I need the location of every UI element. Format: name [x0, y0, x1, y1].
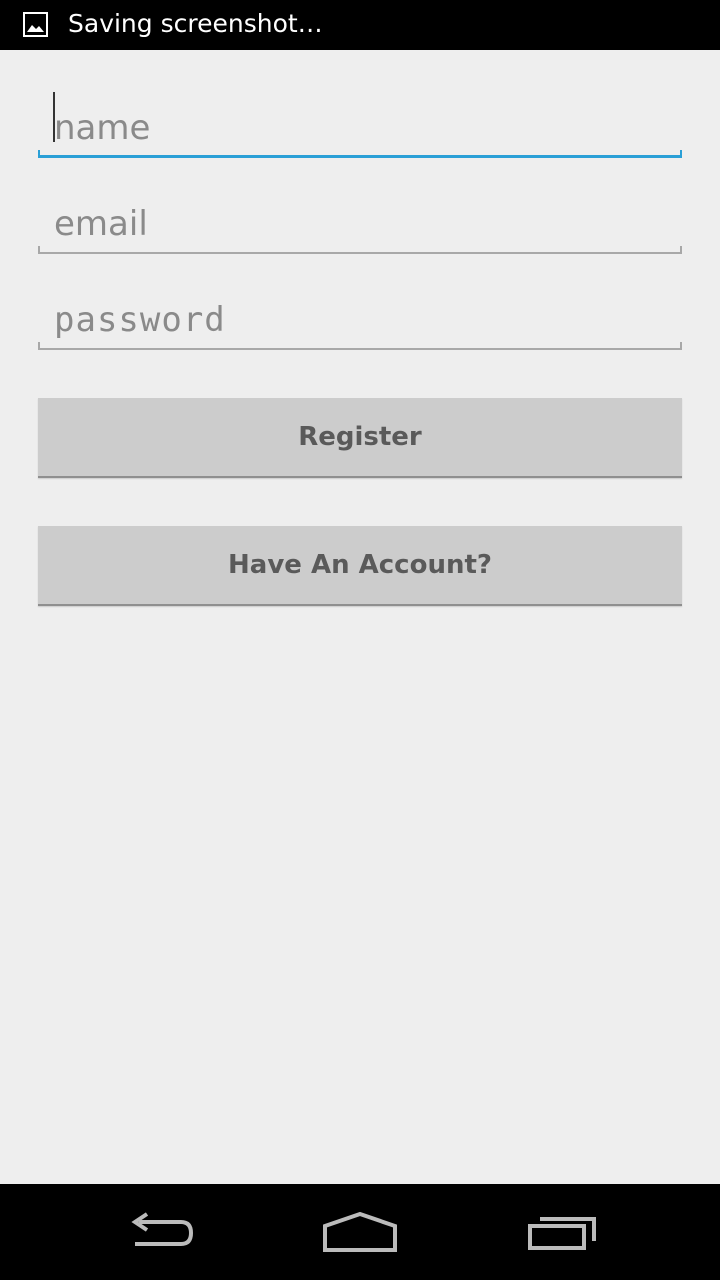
register-button[interactable]: Register	[38, 398, 682, 478]
home-button[interactable]	[312, 1204, 408, 1260]
app-screen: Saving screenshot… Register Have An Acco…	[0, 0, 720, 1280]
recents-icon	[528, 1217, 596, 1250]
have-account-button[interactable]: Have An Account?	[38, 526, 682, 606]
password-field[interactable]	[38, 280, 682, 350]
back-button[interactable]	[112, 1204, 208, 1260]
email-field-underline	[38, 246, 682, 254]
recents-button[interactable]	[514, 1204, 610, 1260]
name-field[interactable]	[38, 88, 682, 158]
email-field[interactable]	[38, 184, 682, 254]
name-field-underline	[38, 150, 682, 158]
password-field-underline	[38, 342, 682, 350]
status-text: Saving screenshot…	[68, 9, 323, 38]
password-input[interactable]	[54, 298, 674, 342]
email-input[interactable]	[54, 202, 674, 246]
image-icon	[23, 12, 48, 37]
text-cursor	[53, 92, 55, 142]
navigation-bar	[0, 1184, 720, 1280]
home-icon	[323, 1212, 397, 1252]
back-icon	[131, 1212, 194, 1246]
name-input[interactable]	[54, 106, 674, 150]
status-bar: Saving screenshot…	[0, 0, 720, 50]
